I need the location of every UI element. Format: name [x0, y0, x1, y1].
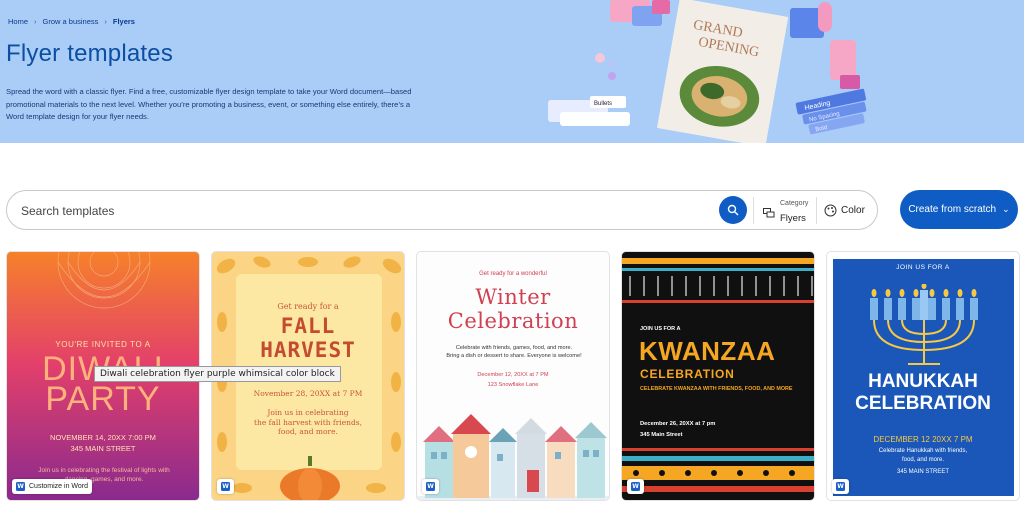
- template-card-winter-celebration[interactable]: Get ready for a wonderful Winter Celebra…: [416, 251, 610, 501]
- word-icon: W: [836, 482, 845, 491]
- card-text: Get ready for a: [277, 302, 339, 311]
- card-text: CELEBRATE KWANZAA WITH FRIENDS, FOOD, AN…: [640, 386, 793, 392]
- page-title: Flyer templates: [6, 40, 174, 67]
- card-text: DECEMBER 12 20XX 7 PM: [873, 435, 973, 444]
- breadcrumb: Home › Grow a business › Flyers: [8, 17, 135, 26]
- category-icon: [763, 208, 775, 218]
- breadcrumb-flyers: Flyers: [112, 17, 135, 26]
- category-filter[interactable]: Category Flyers: [759, 197, 814, 225]
- search-bar: Search templates Category Flyers Color: [6, 190, 878, 230]
- breadcrumb-grow-a-business[interactable]: Grow a business: [43, 17, 99, 26]
- pumpkin-illustration: [280, 456, 340, 500]
- color-label: Color: [841, 205, 865, 216]
- card-heading: CELEBRATION: [640, 367, 735, 381]
- word-badge[interactable]: W: [627, 479, 644, 494]
- card-text: December 12, 20XX at 7 PM 123 Snowflake …: [477, 372, 549, 388]
- card-text: YOU'RE INVITED TO A: [55, 340, 151, 349]
- card-text: November 28, 20XX at 7 PM: [253, 389, 363, 398]
- svg-text:Bullets: Bullets: [594, 101, 612, 107]
- tooltip: Diwali celebration flyer purple whimsica…: [94, 366, 341, 382]
- card-text: December 26, 20XX at 7 pm 345 Main Stree…: [640, 421, 716, 438]
- divider: [816, 197, 817, 224]
- customize-label: Customize in Word: [29, 483, 89, 490]
- word-icon: W: [426, 482, 435, 491]
- search-input[interactable]: Search templates: [21, 204, 114, 218]
- card-heading: HANUKKAH CELEBRATION: [855, 371, 991, 414]
- card-heading: DIWALI PARTY: [42, 352, 163, 418]
- card-heading: Winter Celebration: [447, 285, 579, 333]
- hero-illustration: Bullets GRAND OPENING Heading No Spacing…: [540, 0, 1024, 143]
- customize-in-word-button[interactable]: W Customize in Word: [12, 479, 93, 494]
- hero-banner: Home › Grow a business › Flyers Flyer te…: [0, 0, 1024, 143]
- category-label: Category: [780, 200, 809, 207]
- category-value: Flyers: [780, 213, 806, 224]
- card-heading: FALL HARVEST: [260, 314, 356, 362]
- color-filter[interactable]: Color: [819, 199, 875, 223]
- breadcrumb-home[interactable]: Home: [8, 17, 28, 26]
- menorah-illustration: [870, 284, 978, 365]
- card-text: Celebrate Hanukkah with friends, food, a…: [878, 448, 968, 463]
- chevron-right-icon: ›: [104, 17, 107, 26]
- word-icon: W: [631, 482, 640, 491]
- card-text: 345 MAIN STREET: [896, 469, 949, 475]
- template-card-hanukkah[interactable]: JOIN US FOR A HANUKKAH CELEBRATION DECEM…: [826, 251, 1020, 501]
- palette-icon: [824, 204, 837, 217]
- houses-illustration: [417, 414, 609, 500]
- create-from-scratch-label: Create from scratch: [908, 204, 997, 215]
- word-badge[interactable]: W: [832, 479, 849, 494]
- card-text: Celebrate with friends, games, food, and…: [446, 345, 582, 359]
- word-badge[interactable]: W: [422, 479, 439, 494]
- word-icon: W: [16, 482, 25, 491]
- card-text: JOIN US FOR A: [640, 326, 681, 332]
- card-text: Get ready for a wonderful: [479, 271, 547, 277]
- chevron-down-icon: ⌄: [1002, 204, 1010, 214]
- card-heading: KWANZAA: [639, 336, 776, 366]
- divider: [753, 197, 754, 224]
- card-text: NOVEMBER 14, 20XX 7:00 PM 345 MAIN STREE…: [50, 433, 156, 453]
- card-text: Join us in celebrating the fall harvest …: [253, 408, 362, 436]
- template-card-kwanzaa[interactable]: JOIN US FOR A KWANZAA CELEBRATION CELEBR…: [621, 251, 815, 501]
- search-icon: [727, 204, 739, 216]
- chevron-right-icon: ›: [34, 17, 37, 26]
- card-text: JOIN US FOR A: [896, 264, 950, 271]
- word-icon: W: [221, 482, 230, 491]
- word-badge[interactable]: W: [217, 479, 234, 494]
- page-description: Spread the word with a classic flyer. Fi…: [6, 87, 412, 121]
- search-button[interactable]: [719, 196, 747, 224]
- create-from-scratch-button[interactable]: Create from scratch ⌄: [900, 190, 1018, 229]
